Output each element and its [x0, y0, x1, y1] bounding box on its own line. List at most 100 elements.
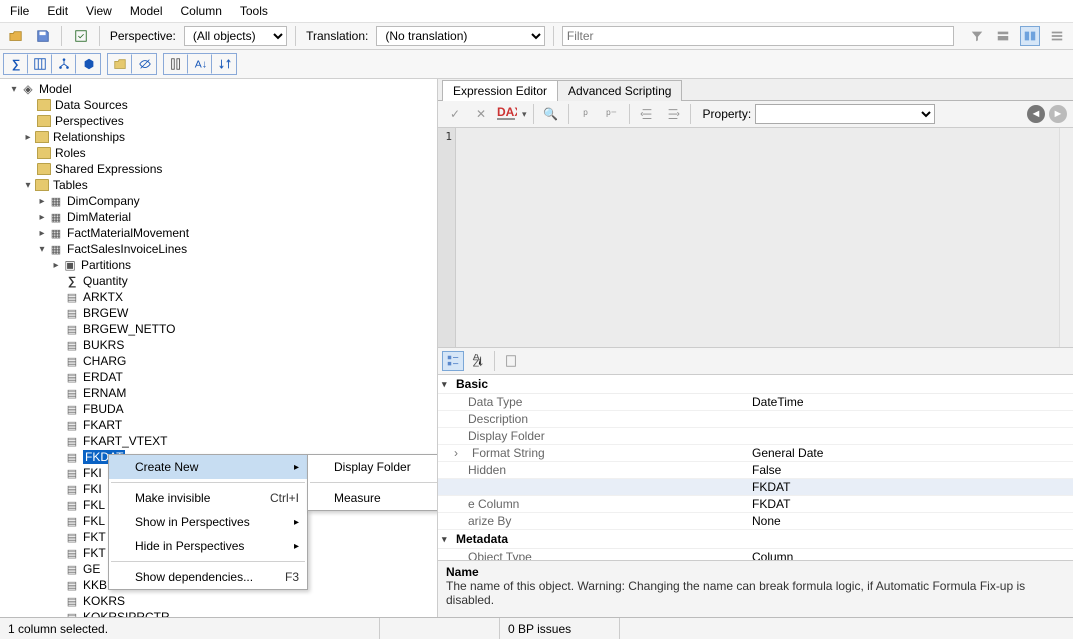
prop-group-basic[interactable]: ▾Basic — [438, 375, 1073, 394]
column-icon — [64, 434, 80, 448]
prop-row[interactable]: arize ByNone — [438, 513, 1073, 530]
tree-column[interactable]: ERNAM — [0, 385, 437, 401]
ctx-sub-display-folder[interactable]: Display Folder — [308, 455, 438, 479]
ctx-sub-measure[interactable]: MeasureAlt+1 — [308, 486, 438, 510]
status-bp-issues[interactable]: 0 BP issues — [500, 618, 620, 639]
categorized-icon[interactable] — [442, 351, 464, 371]
layout-icon[interactable] — [993, 26, 1014, 46]
save-icon[interactable] — [33, 26, 54, 46]
tree-measure[interactable]: Quantity — [0, 273, 437, 289]
dax-icon[interactable]: DAX — [496, 104, 518, 124]
tree-folder[interactable]: ▸Relationships — [0, 129, 437, 145]
hidden-icon[interactable] — [132, 54, 156, 74]
tree-column[interactable]: BRGEW_NETTO — [0, 321, 437, 337]
menu-column[interactable]: Column — [181, 4, 222, 18]
tree-column[interactable]: FBUDA — [0, 401, 437, 417]
filter-icon[interactable] — [966, 26, 987, 46]
folder-icon[interactable] — [108, 54, 132, 74]
indent-icon[interactable] — [636, 104, 658, 124]
tree-tables[interactable]: ▾Tables — [0, 177, 437, 193]
editor-scrollbar[interactable] — [1059, 128, 1073, 347]
sort-icon[interactable]: A↓ — [188, 54, 212, 74]
cancel-icon[interactable]: ✕ — [470, 104, 492, 124]
properties-grid[interactable]: ▾Basic Data TypeDateTime Description Dis… — [438, 375, 1073, 560]
sigma-icon[interactable]: ∑ — [4, 54, 28, 74]
tree-column[interactable]: CHARG — [0, 353, 437, 369]
uncomment-icon[interactable]: ᵖ⁻ — [601, 104, 623, 124]
column-icon — [64, 562, 80, 576]
tree-partitions[interactable]: ▸Partitions — [0, 257, 437, 273]
column-icon — [64, 290, 80, 304]
ctx-make-invisible[interactable]: Make invisibleCtrl+I — [109, 486, 307, 510]
column-icon — [64, 546, 80, 560]
layout-dual-icon[interactable] — [1020, 26, 1041, 46]
sort2-icon[interactable] — [212, 54, 236, 74]
prop-group-metadata[interactable]: ▾Metadata — [438, 530, 1073, 549]
layout-list-icon[interactable] — [1046, 26, 1067, 46]
ctx-show-dependencies[interactable]: Show dependencies...F3 — [109, 565, 307, 589]
tree-folder[interactable]: Perspectives — [0, 113, 437, 129]
nav-forward-icon[interactable]: ► — [1049, 105, 1067, 123]
separator — [295, 26, 296, 46]
translation-dropdown[interactable]: (No translation) — [376, 26, 545, 46]
expression-editor[interactable]: 1 — [438, 128, 1073, 348]
tree-folder[interactable]: Shared Expressions — [0, 161, 437, 177]
tab-advanced-scripting[interactable]: Advanced Scripting — [557, 80, 682, 101]
svg-text:DAX: DAX — [497, 107, 517, 119]
ctx-hide-perspectives[interactable]: Hide in Perspectives▸ — [109, 534, 307, 558]
tree-folder[interactable]: Roles — [0, 145, 437, 161]
prop-row[interactable]: Object TypeColumn — [438, 549, 1073, 560]
prop-page-icon[interactable] — [500, 351, 522, 371]
separator — [99, 26, 100, 46]
tree-column[interactable]: ARKTX — [0, 289, 437, 305]
tree-column[interactable]: BUKRS — [0, 337, 437, 353]
main-toolbar: Perspective: (All objects) Translation: … — [0, 23, 1073, 50]
separator — [568, 104, 569, 124]
tree-column[interactable]: KOKRS — [0, 593, 437, 609]
prop-row[interactable]: FKDAT — [438, 479, 1073, 496]
partition-icon[interactable] — [76, 54, 100, 74]
prop-row[interactable]: Data TypeDateTime — [438, 394, 1073, 411]
search-icon[interactable]: 🔍 — [540, 104, 562, 124]
tree-column[interactable]: BRGEW — [0, 305, 437, 321]
prop-row[interactable]: Description — [438, 411, 1073, 428]
accept-icon[interactable]: ✓ — [444, 104, 466, 124]
prop-row[interactable]: e ColumnFKDAT — [438, 496, 1073, 513]
hierarchy-icon[interactable] — [52, 54, 76, 74]
ctx-show-perspectives[interactable]: Show in Perspectives▸ — [109, 510, 307, 534]
tree-column[interactable]: KOKRSIPRCTR — [0, 609, 437, 617]
tree-table[interactable]: ▸DimCompany — [0, 193, 437, 209]
tree-column[interactable]: ERDAT — [0, 369, 437, 385]
comment-icon[interactable]: ᵖ — [575, 104, 597, 124]
tree-table[interactable]: ▸FactMaterialMovement — [0, 225, 437, 241]
columns2-icon[interactable] — [164, 54, 188, 74]
prop-row[interactable]: Display Folder — [438, 428, 1073, 445]
menu-view[interactable]: View — [86, 4, 112, 18]
menu-model[interactable]: Model — [130, 4, 163, 18]
tab-expression-editor[interactable]: Expression Editor — [442, 80, 558, 101]
menu-tools[interactable]: Tools — [240, 4, 268, 18]
property-dropdown[interactable] — [755, 104, 935, 124]
open-icon[interactable] — [6, 26, 27, 46]
nav-back-icon[interactable]: ◄ — [1027, 105, 1045, 123]
tree-root[interactable]: ▾Model — [0, 81, 437, 97]
ctx-create-new[interactable]: Create New▸ Display Folder MeasureAlt+1 — [109, 455, 307, 479]
tree-table[interactable]: ▸DimMaterial — [0, 209, 437, 225]
alphabetical-icon[interactable]: AZ — [467, 351, 489, 371]
column-icon — [64, 402, 80, 416]
tree-folder[interactable]: Data Sources — [0, 97, 437, 113]
separator — [533, 104, 534, 124]
prop-row[interactable]: Format StringGeneral Date — [438, 445, 1073, 462]
menu-edit[interactable]: Edit — [47, 4, 68, 18]
tree-column[interactable]: FKART_VTEXT — [0, 433, 437, 449]
columns-icon[interactable] — [28, 54, 52, 74]
perspective-dropdown[interactable]: (All objects) — [184, 26, 287, 46]
deploy-icon[interactable] — [70, 26, 91, 46]
editor-code[interactable] — [456, 128, 1059, 347]
menu-file[interactable]: File — [10, 4, 29, 18]
filter-input[interactable] — [562, 26, 955, 46]
tree-column[interactable]: FKART — [0, 417, 437, 433]
tree-table-expanded[interactable]: ▾FactSalesInvoiceLines — [0, 241, 437, 257]
prop-row[interactable]: HiddenFalse — [438, 462, 1073, 479]
outdent-icon[interactable] — [662, 104, 684, 124]
